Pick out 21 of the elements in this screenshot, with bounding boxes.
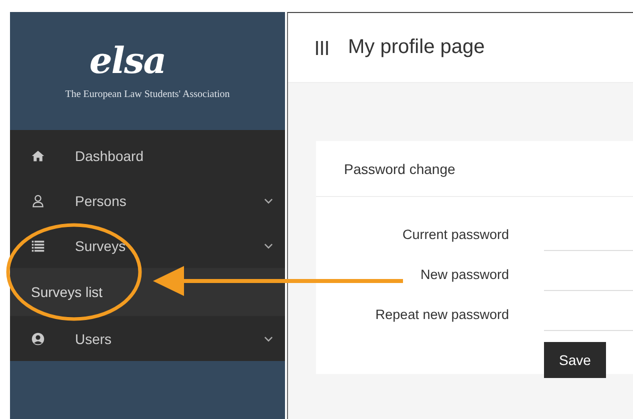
field-label: Repeat new password — [374, 306, 509, 322]
page-title: My profile page — [348, 36, 485, 59]
logo: elsa — [89, 42, 166, 78]
sidebar-item[interactable]: Surveys — [10, 223, 285, 268]
menu-icon[interactable] — [316, 40, 328, 54]
sidebar-item[interactable]: Dashboard — [10, 133, 285, 178]
sidebar-item-label: Persons — [75, 192, 128, 208]
sidebar-item[interactable]: Persons — [10, 178, 285, 223]
card-title: Password change — [344, 160, 456, 176]
user-icon — [31, 332, 45, 346]
logo-subtitle: The European Law Students' Association — [64, 88, 230, 100]
home-icon — [31, 148, 45, 162]
sidebar-item-label: Users — [75, 330, 113, 346]
person-icon — [31, 194, 45, 208]
sidebar-item-label: Surveys — [75, 238, 127, 254]
field-label: Current password — [401, 226, 509, 242]
sidebar-item-label: Dashboard — [75, 148, 144, 164]
field-label: New password — [419, 266, 509, 282]
save-button[interactable]: Save — [544, 342, 606, 378]
list-icon — [31, 238, 45, 252]
sidebar-item[interactable]: Users — [10, 316, 285, 361]
